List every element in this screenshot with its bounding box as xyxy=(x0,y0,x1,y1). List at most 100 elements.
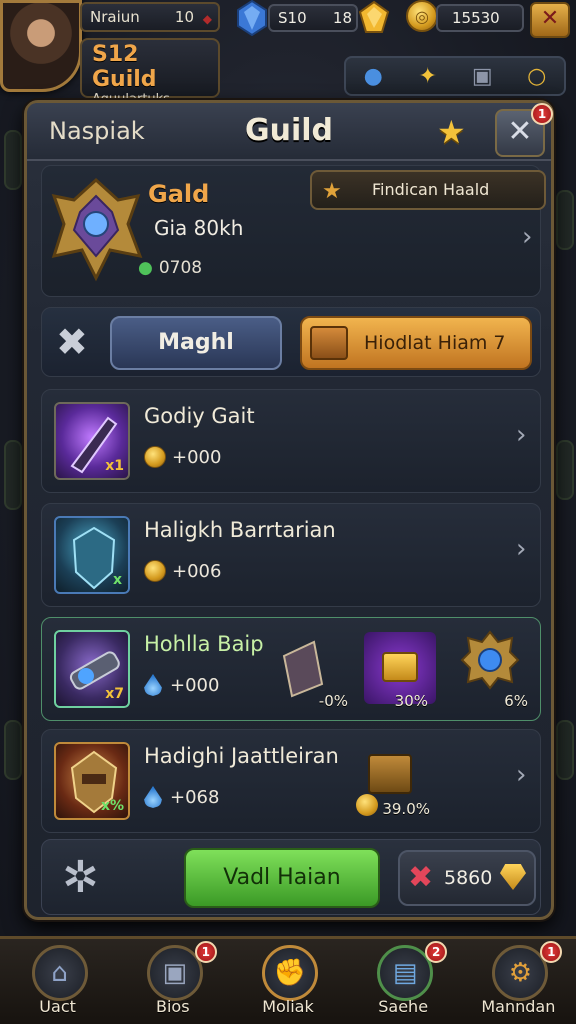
item-value-text: +000 xyxy=(170,674,220,696)
item-value: +006 xyxy=(144,560,221,582)
reward-percent: 30% xyxy=(394,692,428,710)
nav-item-bios[interactable]: ▣ 1 Bios xyxy=(125,939,221,1024)
nav-item-saehe[interactable]: ▤ 2 Saehe xyxy=(355,939,451,1024)
gold-value: 15530 xyxy=(452,9,500,27)
gems-counter: S10 18 xyxy=(268,4,358,32)
gold-counter: 15530 xyxy=(436,4,524,32)
player-info[interactable]: Nraiun 10 ◆ xyxy=(80,2,220,32)
notification-badge: 1 xyxy=(531,103,553,125)
book-icon xyxy=(282,640,324,698)
gems-value: S10 xyxy=(278,9,307,27)
chevron-right-icon[interactable]: › xyxy=(516,420,526,450)
background-tile xyxy=(4,720,22,780)
item-value: +068 xyxy=(144,786,219,808)
background-tile xyxy=(556,440,574,500)
action-row: ✖ Maghl Hiodlat Hiam 7 xyxy=(41,307,541,377)
star-shard-icon[interactable]: ✦ xyxy=(413,61,443,91)
fist-icon: ✊ xyxy=(261,945,318,1001)
guild-info-card: Gald Gia 80kh ● 0708 ★ Findican Haald › xyxy=(41,165,546,297)
item-thumbnail: x% xyxy=(54,742,130,820)
list-item[interactable]: x Haligkh Barrtarian +006 › xyxy=(41,503,541,607)
gold-coin-icon xyxy=(356,794,378,816)
chevron-right-icon[interactable]: › xyxy=(522,222,532,252)
guild-description: Gia 80kh xyxy=(154,216,244,240)
item-tag: x1 xyxy=(105,458,124,474)
item-value-text: +000 xyxy=(172,446,222,468)
battle-button[interactable]: ✕ xyxy=(530,2,570,38)
crossed-swords-icon: ✖ xyxy=(56,320,88,364)
list-item[interactable]: x% Hadighi Jaattleiran +068 39.0% › xyxy=(41,729,541,833)
gold-shard-icon xyxy=(358,0,390,33)
confirm-button[interactable]: Vadl Haian xyxy=(184,848,380,908)
guild-emblem-icon xyxy=(51,177,143,282)
item-tag: x xyxy=(112,572,122,588)
reward-percent: -0% xyxy=(318,692,348,710)
coin-icon xyxy=(144,446,166,468)
flag-icon: ◆ xyxy=(202,12,212,26)
treasure-chest-icon xyxy=(310,326,348,360)
treasure-button-label: Hiodlat Hiam 7 xyxy=(364,332,506,354)
notification-badge: 1 xyxy=(194,941,217,963)
reward-percent: 6% xyxy=(504,692,528,710)
player-level: 10 xyxy=(174,8,194,26)
cost-button[interactable]: ✖ 5860 xyxy=(398,850,536,906)
reward-crate[interactable]: 39.0% xyxy=(356,740,444,822)
blue-gem-icon xyxy=(237,0,267,36)
tab-naspiak[interactable]: Naspiak xyxy=(49,117,145,145)
item-value-text: +068 xyxy=(170,786,220,808)
chest-icon[interactable]: ▣ xyxy=(467,61,497,91)
item-title: Hadighi Jaattleiran xyxy=(144,744,339,768)
item-value: +000 xyxy=(144,674,219,696)
panel-footer: ✲ Vadl Haian ✖ 5860 xyxy=(41,839,541,915)
crossed-icon: ✖ xyxy=(408,860,434,895)
item-value-text: +006 xyxy=(172,560,222,582)
ring-icon[interactable]: ○ xyxy=(522,61,552,91)
gold-gem-icon xyxy=(500,864,526,890)
bottom-nav: ⌂ Uact ▣ 1 Bios ✊ Moliak ▤ 2 Saehe ⚙ 1 M… xyxy=(0,936,576,1024)
leaf-icon: ● xyxy=(138,258,153,278)
nav-item-manndan[interactable]: ⚙ 1 Manndan xyxy=(470,939,566,1024)
guild-name: Gald xyxy=(148,180,210,208)
player-avatar[interactable] xyxy=(0,0,82,92)
nav-item-uact[interactable]: ⌂ Uact xyxy=(10,939,106,1024)
guild-tag: S12 Guild xyxy=(92,42,157,92)
notification-badge: 1 xyxy=(540,941,563,963)
item-tag: x7 xyxy=(105,686,124,702)
panel-title: Guild xyxy=(245,113,334,148)
chevron-right-icon[interactable]: › xyxy=(516,534,526,564)
nav-label: Uact xyxy=(39,997,76,1016)
nav-label: Manndan xyxy=(481,997,556,1016)
primary-action-button[interactable]: Maghl xyxy=(110,316,282,370)
guild-tag-button[interactable]: ★ Findican Haald xyxy=(310,170,546,210)
item-tag: x% xyxy=(100,798,124,814)
reward-gear[interactable]: 6% xyxy=(456,628,532,710)
item-thumbnail: x xyxy=(54,516,130,594)
quick-icons-bar: ● ✦ ▣ ○ xyxy=(344,56,566,96)
cost-value: 5860 xyxy=(444,867,493,889)
reward-book[interactable]: -0% xyxy=(274,628,348,710)
shards-value: 18 xyxy=(332,9,352,27)
item-thumbnail: x1 xyxy=(54,402,130,480)
list-item[interactable]: x7 Hohlla Baip +000 -0% 30% 6% xyxy=(41,617,541,721)
chevron-right-icon[interactable]: › xyxy=(516,760,526,790)
item-title: Haligkh Barrtarian xyxy=(144,518,336,542)
nav-item-moliak[interactable]: ✊ Moliak xyxy=(240,939,336,1024)
gold-coin-icon: ◎ xyxy=(406,0,438,32)
orb-icon[interactable]: ● xyxy=(358,61,388,91)
coin-icon xyxy=(144,560,166,582)
item-thumbnail: x7 xyxy=(54,630,130,708)
guild-panel: Naspiak Guild ★ ✕ 1 Gald Gia 80kh ● 0708 … xyxy=(24,100,554,920)
nav-label: Saehe xyxy=(378,997,429,1016)
item-title: Hohlla Baip xyxy=(144,632,264,656)
player-name: Nraiun xyxy=(90,8,140,26)
home-icon: ⌂ xyxy=(31,945,88,1001)
reward-gold-box[interactable]: 30% xyxy=(362,628,438,710)
panel-header: Naspiak Guild ★ ✕ 1 xyxy=(27,103,553,161)
favorite-star-icon[interactable]: ★ xyxy=(437,113,466,151)
treasure-button[interactable]: Hiodlat Hiam 7 xyxy=(300,316,532,370)
guild-tag-box[interactable]: S12 Guild Aquulartuks xyxy=(80,38,220,107)
background-tile xyxy=(556,720,574,780)
reward-percent: 39.0% xyxy=(382,800,430,818)
list-item[interactable]: x1 Godiy Gait +000 › xyxy=(41,389,541,493)
gear-icon[interactable]: ✲ xyxy=(62,852,99,903)
